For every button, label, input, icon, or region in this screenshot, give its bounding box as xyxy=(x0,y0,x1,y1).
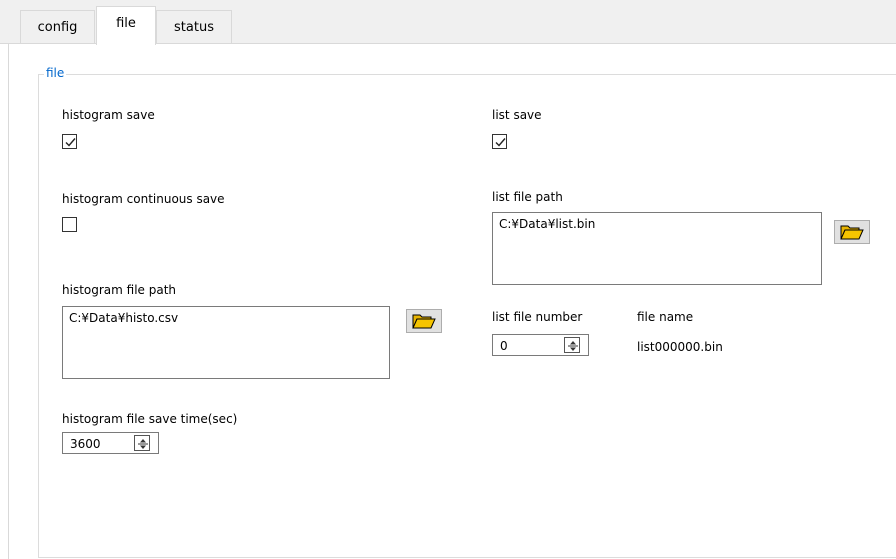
list-browse-button[interactable] xyxy=(834,220,870,244)
list-save-checkbox[interactable] xyxy=(492,134,507,149)
histogram-save-time-input[interactable]: 3600 xyxy=(62,432,159,454)
up-down-arrows-icon xyxy=(568,341,578,351)
pane-border xyxy=(8,43,9,559)
list-file-number-value: 0 xyxy=(500,339,508,353)
histogram-save-checkbox[interactable] xyxy=(62,134,77,149)
histogram-save-time-spinner[interactable] xyxy=(134,435,150,451)
tab-status[interactable]: status xyxy=(156,10,232,43)
list-file-path-field[interactable]: C:¥Data¥list.bin xyxy=(492,212,822,285)
histogram-continuous-save-label: histogram continuous save xyxy=(62,192,225,206)
up-down-arrows-icon xyxy=(138,439,148,449)
file-name-label: file name xyxy=(637,310,694,324)
histogram-file-path-field[interactable]: C:¥Data¥histo.csv xyxy=(62,306,390,379)
checkmark-icon xyxy=(495,138,506,147)
folder-open-icon xyxy=(412,314,436,329)
list-save-label: list save xyxy=(492,108,542,122)
list-file-number-input[interactable]: 0 xyxy=(492,334,589,356)
histogram-save-time-label: histogram file save time(sec) xyxy=(62,412,238,426)
list-file-path-label: list file path xyxy=(492,190,563,204)
tab-config[interactable]: config xyxy=(20,10,95,43)
list-file-number-label: list file number xyxy=(492,310,583,324)
file-name-value: list000000.bin xyxy=(637,340,723,354)
histogram-continuous-save-checkbox[interactable] xyxy=(62,217,77,232)
list-file-number-spinner[interactable] xyxy=(564,337,580,353)
histogram-save-label: histogram save xyxy=(62,108,155,122)
histogram-browse-button[interactable] xyxy=(406,309,442,333)
file-group-title: file xyxy=(44,65,67,81)
histogram-save-time-value: 3600 xyxy=(70,437,101,451)
checkmark-icon xyxy=(65,138,76,147)
histogram-file-path-label: histogram file path xyxy=(62,283,177,297)
folder-open-icon xyxy=(840,225,864,240)
tab-file[interactable]: file xyxy=(96,6,156,45)
